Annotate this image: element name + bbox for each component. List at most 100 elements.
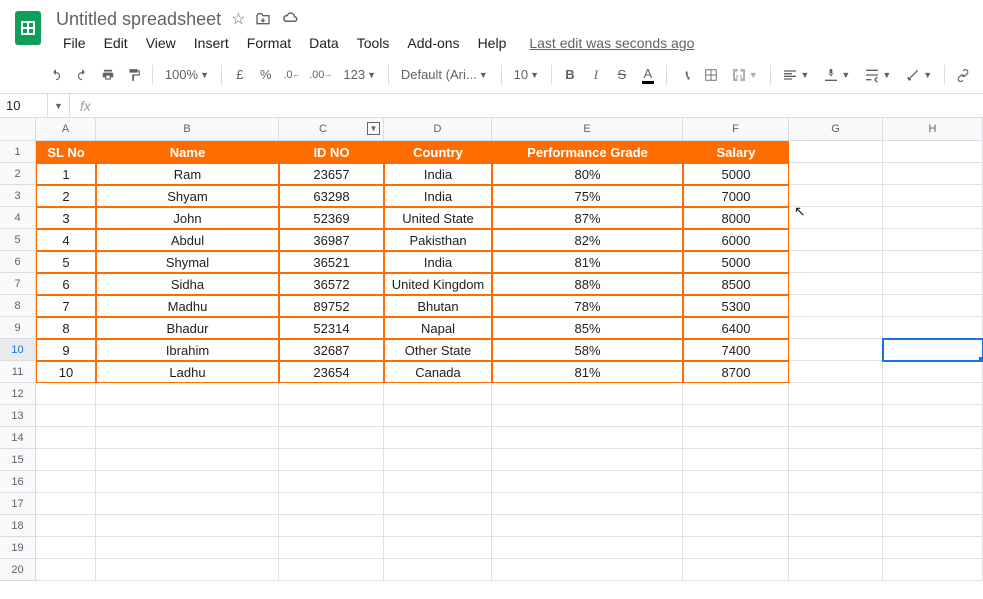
print-button[interactable]: [96, 62, 120, 88]
cell-E5[interactable]: 82%: [492, 229, 683, 251]
cell-E15[interactable]: [492, 449, 683, 471]
row-header-20[interactable]: 20: [0, 559, 35, 581]
row-header-2[interactable]: 2: [0, 163, 35, 185]
cell-G11[interactable]: [789, 361, 883, 383]
text-color-button[interactable]: A: [636, 62, 660, 88]
cell-D12[interactable]: [384, 383, 492, 405]
row-header-3[interactable]: 3: [0, 185, 35, 207]
cell-A20[interactable]: [36, 559, 96, 581]
row-header-5[interactable]: 5: [0, 229, 35, 251]
cell-G17[interactable]: [789, 493, 883, 515]
cell-A2[interactable]: 1: [36, 163, 96, 185]
sheets-logo[interactable]: [8, 8, 48, 48]
cell-F14[interactable]: [683, 427, 789, 449]
row-header-18[interactable]: 18: [0, 515, 35, 537]
row-header-13[interactable]: 13: [0, 405, 35, 427]
cell-A11[interactable]: 10: [36, 361, 96, 383]
cell-G12[interactable]: [789, 383, 883, 405]
cell-A12[interactable]: [36, 383, 96, 405]
cell-A18[interactable]: [36, 515, 96, 537]
cell-E2[interactable]: 80%: [492, 163, 683, 185]
cell-F11[interactable]: 8700: [683, 361, 789, 383]
cell-D16[interactable]: [384, 471, 492, 493]
row-header-16[interactable]: 16: [0, 471, 35, 493]
cell-A15[interactable]: [36, 449, 96, 471]
cell-G9[interactable]: [789, 317, 883, 339]
row-header-7[interactable]: 7: [0, 273, 35, 295]
col-header-F[interactable]: F: [683, 118, 789, 140]
cell-G6[interactable]: [789, 251, 883, 273]
cell-B3[interactable]: Shyam: [96, 185, 279, 207]
cell-B11[interactable]: Ladhu: [96, 361, 279, 383]
wrap-button[interactable]: ▼: [858, 63, 897, 87]
name-box-dropdown[interactable]: ▼: [48, 94, 70, 117]
cell-A17[interactable]: [36, 493, 96, 515]
cell-D5[interactable]: Pakisthan: [384, 229, 492, 251]
cell-F4[interactable]: 8000: [683, 207, 789, 229]
cell-H20[interactable]: [883, 559, 983, 581]
cell-D9[interactable]: Napal: [384, 317, 492, 339]
row-header-17[interactable]: 17: [0, 493, 35, 515]
cell-G1[interactable]: [789, 141, 883, 163]
decrease-decimal-button[interactable]: .0←: [280, 62, 304, 88]
cell-E8[interactable]: 78%: [492, 295, 683, 317]
cell-E19[interactable]: [492, 537, 683, 559]
cell-H2[interactable]: [883, 163, 983, 185]
menu-add-ons[interactable]: Add-ons: [400, 31, 466, 55]
cell-B19[interactable]: [96, 537, 279, 559]
redo-button[interactable]: [70, 62, 94, 88]
cell-C11[interactable]: 23654: [279, 361, 384, 383]
cell-H4[interactable]: [883, 207, 983, 229]
cell-E7[interactable]: 88%: [492, 273, 683, 295]
last-edit-link[interactable]: Last edit was seconds ago: [529, 35, 694, 51]
italic-button[interactable]: I: [584, 62, 608, 88]
cell-C3[interactable]: 63298: [279, 185, 384, 207]
cell-F8[interactable]: 5300: [683, 295, 789, 317]
cell-B6[interactable]: Shymal: [96, 251, 279, 273]
col-header-A[interactable]: A: [36, 118, 96, 140]
percent-button[interactable]: %: [254, 62, 278, 88]
cell-A4[interactable]: 3: [36, 207, 96, 229]
col-header-C[interactable]: C▼: [279, 118, 384, 140]
cell-D13[interactable]: [384, 405, 492, 427]
cell-F12[interactable]: [683, 383, 789, 405]
cell-H12[interactable]: [883, 383, 983, 405]
cell-H5[interactable]: [883, 229, 983, 251]
cell-E10[interactable]: 58%: [492, 339, 683, 361]
cloud-status-icon[interactable]: [281, 10, 299, 28]
cell-C1[interactable]: ID NO: [279, 141, 384, 163]
cell-C10[interactable]: 32687: [279, 339, 384, 361]
cell-F13[interactable]: [683, 405, 789, 427]
bold-button[interactable]: B: [558, 62, 582, 88]
cell-B15[interactable]: [96, 449, 279, 471]
zoom-dropdown[interactable]: 100%▼: [159, 63, 215, 86]
cell-D1[interactable]: Country: [384, 141, 492, 163]
cell-E11[interactable]: 81%: [492, 361, 683, 383]
cell-D6[interactable]: India: [384, 251, 492, 273]
cell-F2[interactable]: 5000: [683, 163, 789, 185]
cell-E17[interactable]: [492, 493, 683, 515]
cell-H18[interactable]: [883, 515, 983, 537]
cell-H16[interactable]: [883, 471, 983, 493]
cell-C15[interactable]: [279, 449, 384, 471]
menu-tools[interactable]: Tools: [350, 31, 397, 55]
cell-H17[interactable]: [883, 493, 983, 515]
cell-D20[interactable]: [384, 559, 492, 581]
cell-B12[interactable]: [96, 383, 279, 405]
cell-F20[interactable]: [683, 559, 789, 581]
star-icon[interactable]: ☆: [231, 9, 245, 29]
increase-decimal-button[interactable]: .00→: [306, 62, 335, 88]
menu-view[interactable]: View: [139, 31, 183, 55]
cell-E12[interactable]: [492, 383, 683, 405]
cell-B1[interactable]: Name: [96, 141, 279, 163]
cell-H15[interactable]: [883, 449, 983, 471]
menu-format[interactable]: Format: [240, 31, 298, 55]
cell-C6[interactable]: 36521: [279, 251, 384, 273]
cell-G15[interactable]: [789, 449, 883, 471]
cell-D3[interactable]: India: [384, 185, 492, 207]
cell-C13[interactable]: [279, 405, 384, 427]
cell-C8[interactable]: 89752: [279, 295, 384, 317]
col-header-B[interactable]: B: [96, 118, 279, 140]
cell-D14[interactable]: [384, 427, 492, 449]
cell-F17[interactable]: [683, 493, 789, 515]
